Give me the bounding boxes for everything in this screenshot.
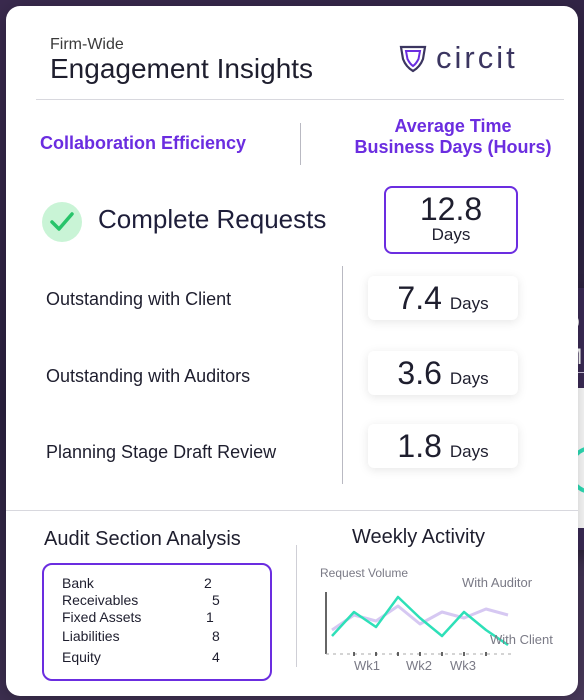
vertical-divider <box>300 123 301 165</box>
row-label-auditors: Outstanding with Auditors <box>46 366 251 386</box>
chart-tick-label: Wk2 <box>406 658 432 673</box>
row-value-client: 7.4 Days <box>368 276 518 320</box>
row-value-number: 3.6 <box>397 355 442 391</box>
audit-list-item: Bank 2 <box>62 575 232 591</box>
chart-tick-label: Wk3 <box>450 658 476 673</box>
row-label-planning: Planning Stage Draft Review <box>46 442 277 462</box>
weekly-activity-title: Weekly Activity <box>352 526 485 548</box>
chart-ylabel: Request Volume <box>320 566 408 580</box>
vertical-divider <box>296 545 297 667</box>
series-line-with-client <box>331 595 509 647</box>
audit-item-value: 5 <box>212 592 220 608</box>
insights-card: Firm-Wide Engagement Insights circit Col… <box>6 6 578 696</box>
heading-line-2: Business Days (Hours) <box>354 137 552 157</box>
complete-requests-value: 12.8 <box>419 191 483 227</box>
divider <box>6 510 578 511</box>
audit-item-value: 4 <box>212 649 220 665</box>
row-value-auditors: 3.6 Days <box>368 351 518 395</box>
row-value-unit: Days <box>449 294 489 313</box>
legend-label-with-client: With Client <box>490 632 553 647</box>
complete-requests-unit: Days <box>431 225 471 244</box>
pre-title: Firm-Wide <box>50 36 124 53</box>
brand-logo: circit <box>398 40 518 76</box>
row-value-number: 1.8 <box>397 428 442 464</box>
audit-section-title: Audit Section Analysis <box>44 528 241 550</box>
audit-item-name: Receivables <box>62 592 139 608</box>
audit-item-value: 2 <box>204 575 212 591</box>
audit-item-value: 1 <box>206 609 214 625</box>
row-value-unit: Days <box>449 442 489 461</box>
audit-list-item: Fixed Assets 1 <box>62 609 232 625</box>
audit-item-name: Equity <box>62 649 101 665</box>
vertical-divider <box>342 266 343 484</box>
audit-item-name: Bank <box>62 575 94 591</box>
shield-logo-icon <box>399 45 427 73</box>
chart-tick-label: Wk1 <box>354 658 380 673</box>
audit-list-item: Receivables 5 <box>62 592 232 608</box>
column-heading-efficiency: Collaboration Efficiency <box>40 133 247 153</box>
audit-item-value: 8 <box>212 628 220 644</box>
legend-label-with-auditor: With Auditor <box>462 575 533 590</box>
check-icon <box>42 202 82 242</box>
row-label-client: Outstanding with Client <box>46 289 232 309</box>
divider <box>36 99 564 100</box>
row-value-unit: Days <box>449 369 489 388</box>
column-heading-average-time: Average Time Business Days (Hours) <box>342 116 564 158</box>
audit-list-item: Equity 4 <box>62 649 232 665</box>
row-value-number: 7.4 <box>397 280 442 316</box>
complete-requests-value-box: 12.8 Days <box>384 186 518 254</box>
heading-line-1: Average Time <box>394 116 512 136</box>
page-title: Engagement Insights <box>50 53 314 84</box>
logo-text: circit <box>436 40 518 75</box>
complete-requests-label: Complete Requests <box>98 204 327 234</box>
audit-section-list: Bank 2 Receivables 5 Fixed Assets 1 Liab… <box>42 563 272 681</box>
audit-item-name: Liabilities <box>62 628 120 644</box>
weekly-activity-chart: Request Volume Wk1 Wk2 Wk3 With Auditor Wit… <box>320 566 553 673</box>
audit-list-item: Liabilities 8 <box>62 628 232 644</box>
audit-item-name: Fixed Assets <box>62 609 142 625</box>
row-value-planning: 1.8 Days <box>368 424 518 468</box>
